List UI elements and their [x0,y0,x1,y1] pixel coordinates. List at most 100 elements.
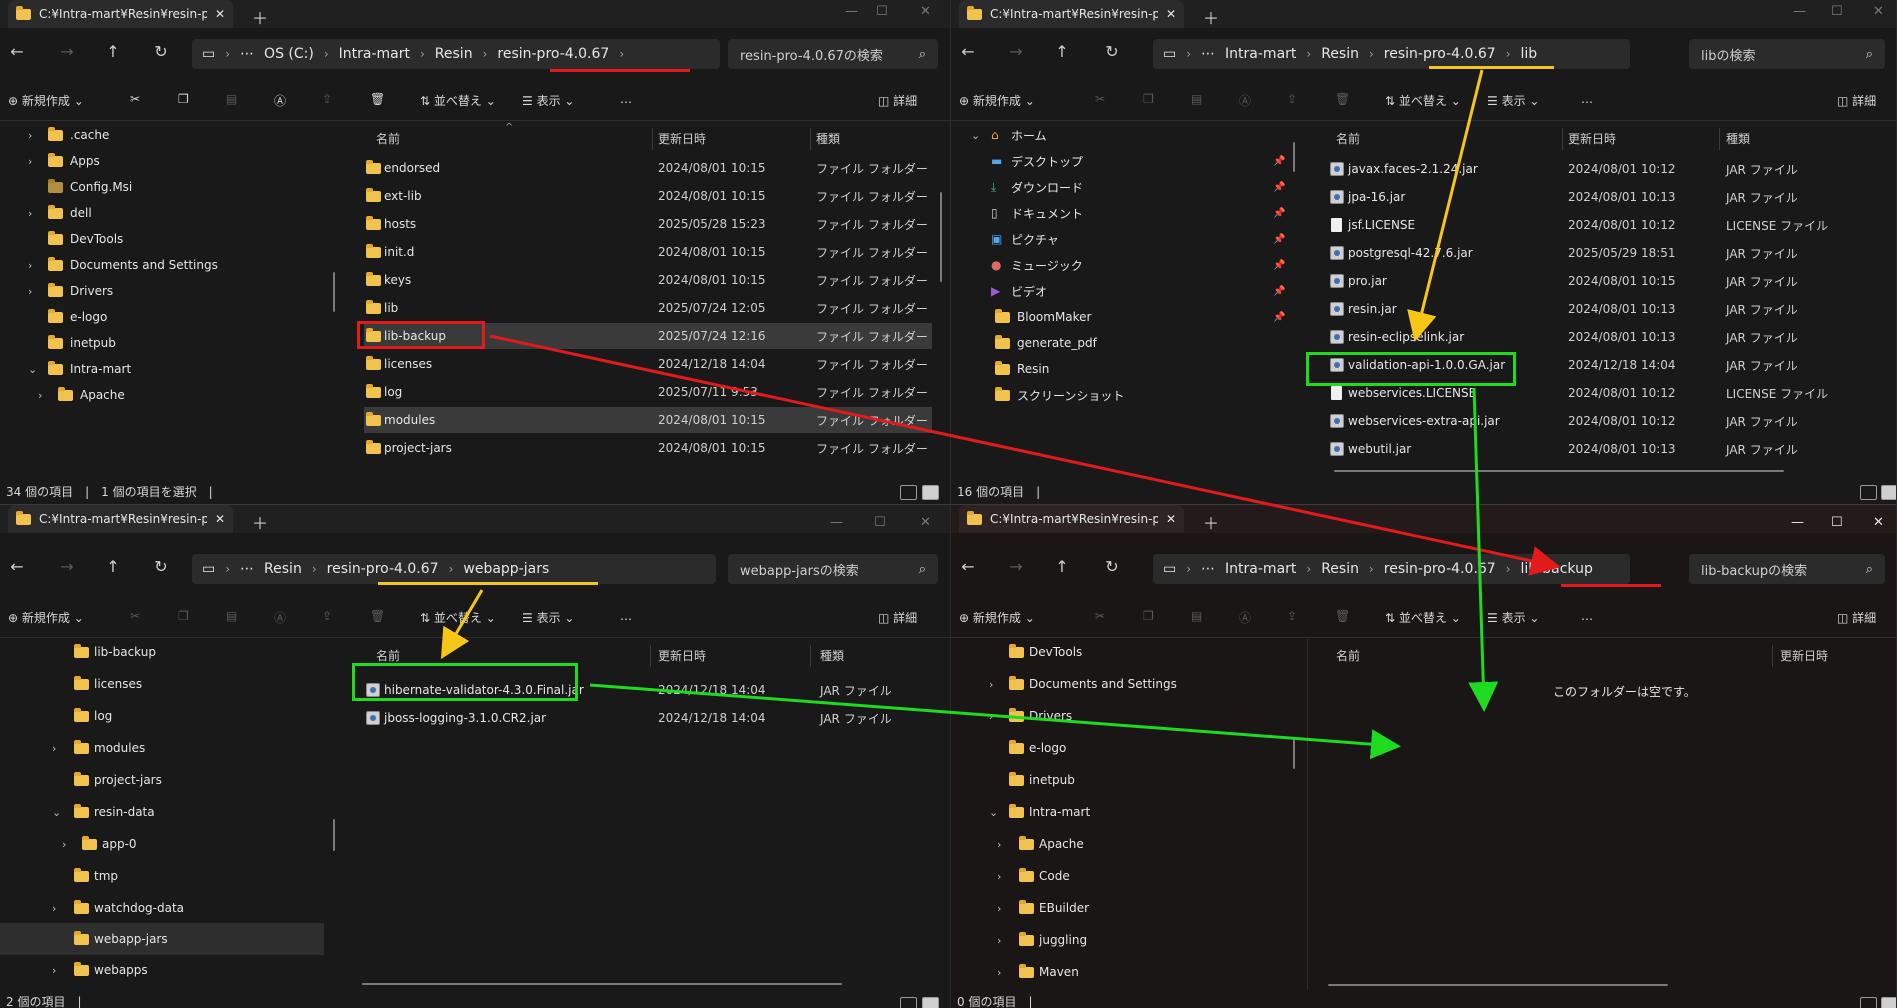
scrollbar[interactable] [1334,470,1784,472]
file-row[interactable]: project-jars 2024/08/01 10:15 ファイル フォルダー [364,435,932,461]
sidebar-item[interactable]: ⌄ Intra-mart [0,356,343,382]
close-window-icon[interactable]: ✕ [920,4,931,19]
refresh-icon[interactable]: ↻ [1101,42,1123,61]
close-window-icon[interactable]: ✕ [1873,515,1884,530]
tiles-view-icon[interactable] [1881,485,1896,500]
sidebar-item-selected[interactable]: webapp-jars [0,923,324,955]
file-row[interactable]: resin.jar 2024/08/01 10:13 JAR ファイル [1328,296,1883,322]
sidebar-item[interactable]: › watchdog-data [0,895,343,921]
view-button[interactable]: ☰ 表示 ⌄ [1487,92,1539,109]
sidebar-item[interactable]: › juggling [951,927,1294,953]
pin-icon[interactable]: 📌 [1273,260,1285,271]
pin-icon[interactable]: 📌 [1273,286,1285,297]
column-separator[interactable] [652,128,653,150]
delete-icon[interactable]: 🗑 [370,92,385,106]
scrollbar[interactable] [1293,739,1295,769]
cut-icon[interactable]: ✂ [130,609,140,623]
column-separator[interactable] [650,645,651,667]
column-date[interactable]: 更新日時 [658,122,706,154]
sort-button[interactable]: ⇅ 並べ替え ⌄ [1385,609,1461,626]
tiles-view-icon[interactable] [1881,997,1896,1008]
paste-icon[interactable]: ▤ [1191,609,1202,623]
delete-icon[interactable]: 🗑 [1335,609,1350,623]
file-row[interactable]: lib 2025/07/24 12:05 ファイル フォルダー [364,295,932,321]
sidebar-item-music[interactable]: ● ミュージック 📌 [951,252,1294,278]
share-icon[interactable]: ⇪ [322,609,332,623]
share-icon[interactable]: ⇪ [322,92,332,106]
breadcrumb-item[interactable]: lib-backup [1521,561,1593,577]
breadcrumb-item[interactable]: Intra-mart [339,46,410,62]
breadcrumb-item[interactable]: Resin [435,46,473,62]
address-bar[interactable]: ▭ › ⋯ OS (C:) › Intra-mart › Resin › resin-pr… [192,39,720,69]
forward-icon[interactable]: → [56,557,78,576]
maximize-icon[interactable]: ☐ [1831,4,1843,19]
file-row[interactable]: webutil.jar 2024/08/01 10:13 JAR ファイル [1328,436,1883,462]
share-icon[interactable]: ⇪ [1287,92,1297,106]
maximize-icon[interactable]: ☐ [876,4,888,19]
rename-icon[interactable]: Ⓐ [274,609,286,626]
tab-lib-backup[interactable]: C:¥Intra-mart¥Resin¥resin-pro ✕ [959,505,1184,533]
breadcrumb-item[interactable]: resin-pro-4.0.67 [1384,46,1496,62]
sidebar-item[interactable]: › Drivers [951,703,1294,729]
file-row[interactable]: init.d 2024/08/01 10:15 ファイル フォルダー [364,239,932,265]
sidebar-item[interactable]: › Documents and Settings [0,252,343,278]
paste-icon[interactable]: ▤ [226,92,237,106]
close-icon[interactable]: ✕ [215,7,225,21]
breadcrumb-item[interactable]: resin-pro-4.0.67 [497,46,609,62]
search-box[interactable]: resin-pro-4.0.67の検索 ⌕ [728,39,938,69]
sidebar-item[interactable]: Config.Msi [0,174,343,200]
breadcrumb-item[interactable]: Resin [1321,561,1359,577]
close-window-icon[interactable]: ✕ [920,515,931,530]
search-box[interactable]: webapp-jarsの検索 ⌕ [728,554,938,584]
close-window-icon[interactable]: ✕ [1873,4,1884,19]
file-row[interactable]: ext-lib 2024/08/01 10:15 ファイル フォルダー [364,183,932,209]
paste-icon[interactable]: ▤ [226,609,237,623]
file-row[interactable]: jpa-16.jar 2024/08/01 10:13 JAR ファイル [1328,184,1883,210]
address-bar[interactable]: ▭ › ⋯ Resin › resin-pro-4.0.67 › webapp-jars [192,554,716,584]
sidebar-item[interactable]: › Documents and Settings [951,671,1294,697]
column-name[interactable]: 名前 [1336,639,1360,671]
up-icon[interactable]: ↑ [1051,42,1073,61]
cut-icon[interactable]: ✂ [1095,609,1105,623]
sidebar-item[interactable]: › app-0 [0,831,343,857]
column-separator[interactable] [1772,645,1773,667]
pin-icon[interactable]: 📌 [1273,208,1285,219]
tiles-view-icon[interactable] [922,997,939,1008]
new-tab-button[interactable]: ＋ [1203,5,1219,29]
file-row[interactable]: javax.faces-2.1.24.jar 2024/08/01 10:12 JA… [1328,156,1883,182]
details-button[interactable]: ◫ 詳細 [1837,92,1876,109]
sidebar-item[interactable]: ⌄ Intra-mart [951,799,1294,825]
sidebar-item-videos[interactable]: ▶ ビデオ 📌 [951,278,1294,304]
sidebar-item[interactable]: Resin [951,356,1294,382]
sidebar-item[interactable]: › modules [0,735,343,761]
sidebar-item[interactable]: スクリーンショット [951,382,1294,408]
file-row[interactable]: webservices-extra-api.jar 2024/08/01 10:1… [1328,408,1883,434]
breadcrumb-item[interactable]: Resin [1321,46,1359,62]
column-type[interactable]: 種類 [820,639,844,671]
file-row[interactable]: licenses 2024/12/18 14:04 ファイル フォルダー [364,351,932,377]
sort-button[interactable]: ⇅ 並べ替え ⌄ [420,609,496,626]
search-box[interactable]: libの検索 ⌕ [1689,39,1885,69]
back-icon[interactable]: ← [6,42,28,61]
file-row[interactable]: log 2025/07/11 9:53 ファイル フォルダー [364,379,932,405]
refresh-icon[interactable]: ↻ [150,557,172,576]
sidebar-item-documents[interactable]: ▯ ドキュメント 📌 [951,200,1294,226]
copy-icon[interactable]: ❐ [178,92,189,106]
sidebar-item[interactable]: › Apache [951,831,1294,857]
sidebar-item[interactable]: › EBuilder [951,895,1294,921]
tab-webapp-jars[interactable]: C:¥Intra-mart¥Resin¥resin-pro ✕ [8,505,233,533]
column-type[interactable]: 種類 [1726,122,1750,154]
copy-icon[interactable]: ❐ [1143,92,1154,106]
breadcrumb-item[interactable]: Intra-mart [1225,46,1296,62]
sidebar-item[interactable]: › Apache [0,382,343,408]
more-button[interactable]: … [620,92,632,106]
close-icon[interactable]: ✕ [1166,512,1176,526]
up-icon[interactable]: ↑ [1051,557,1073,576]
breadcrumb-item[interactable]: resin-pro-4.0.67 [327,561,439,577]
breadcrumb-item[interactable]: resin-pro-4.0.67 [1384,561,1496,577]
scrollbar[interactable] [1293,142,1295,172]
new-button[interactable]: ⊕ 新規作成 ⌄ [8,609,84,626]
sidebar-item[interactable]: e-logo [951,735,1294,761]
sidebar-item[interactable]: › .cache [0,122,343,148]
sidebar-item[interactable]: › Drivers [0,278,343,304]
